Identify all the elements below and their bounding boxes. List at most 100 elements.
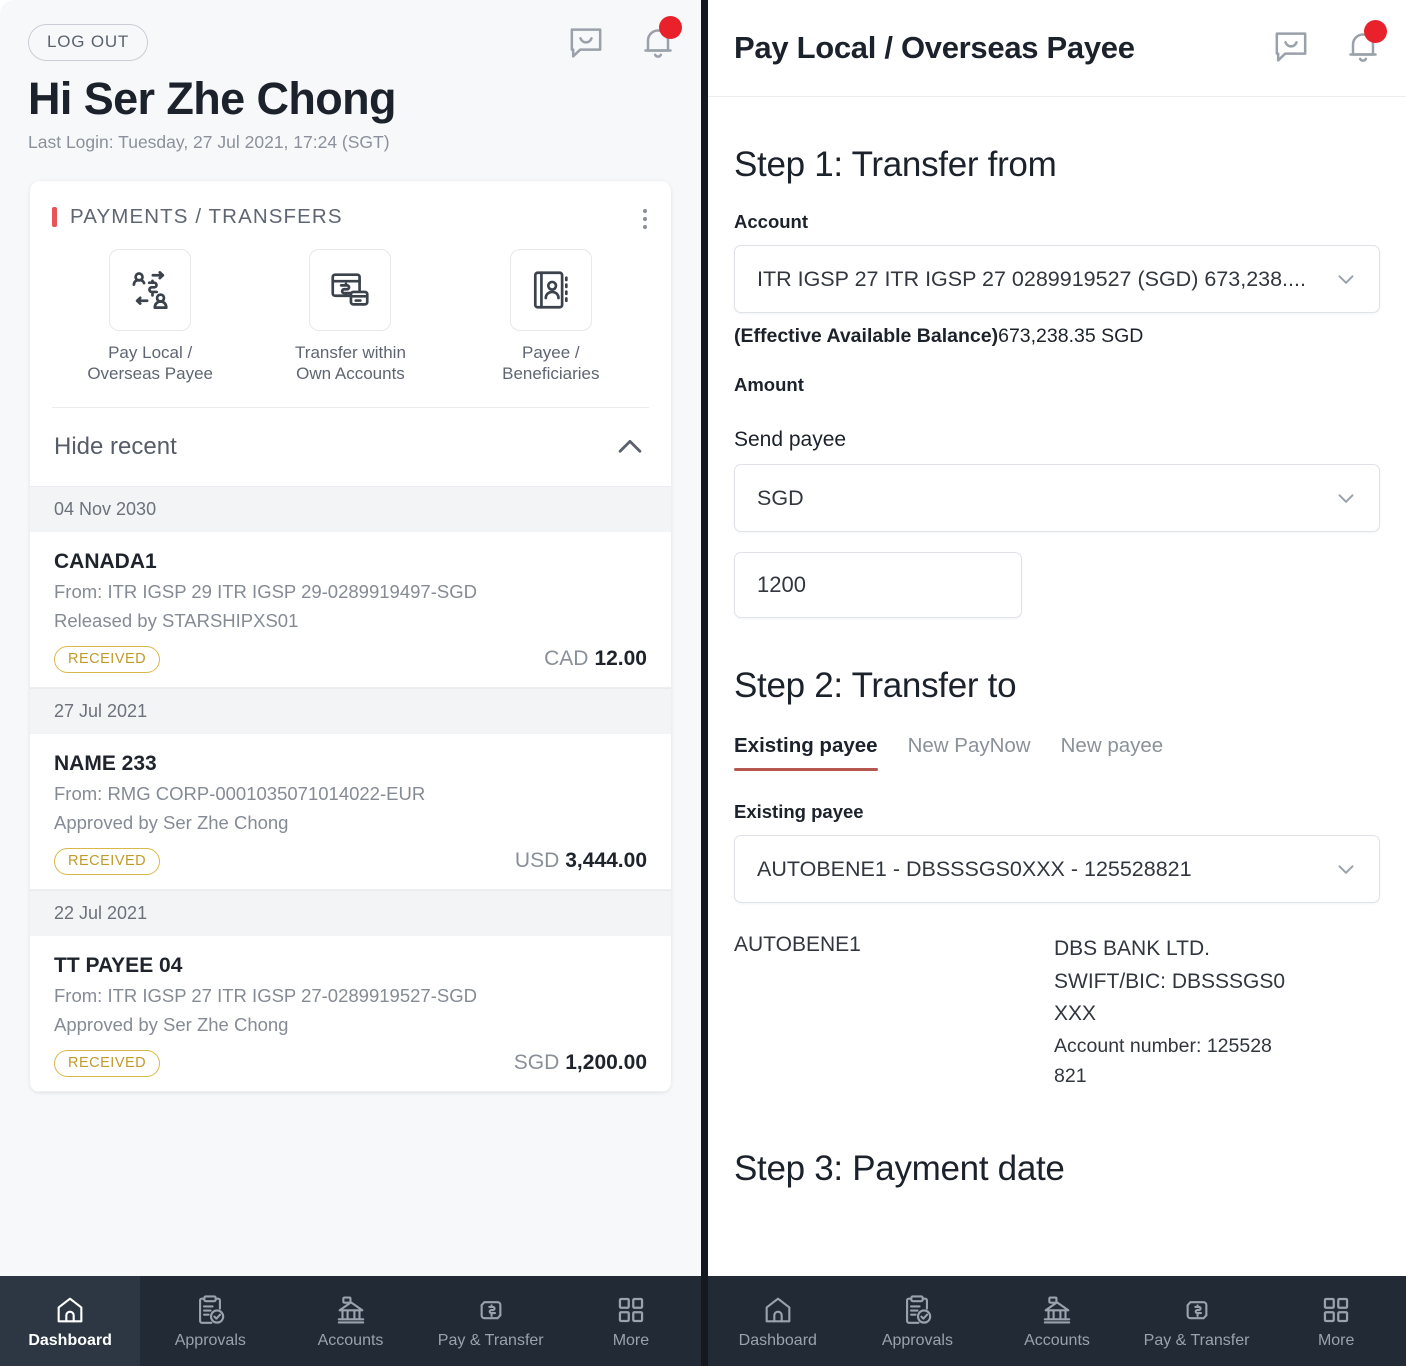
payee-detail-swift: SWIFT/BIC: DBSSSGS0 (1054, 969, 1286, 993)
account-select-value: ITR IGSP 27 ITR IGSP 27 0289919527 (SGD)… (757, 266, 1306, 291)
chevron-down-icon (1338, 865, 1354, 874)
chevron-up-icon (618, 439, 642, 453)
chat-icon[interactable] (1270, 26, 1312, 68)
transaction-amount: USD 3,444.00 (515, 849, 647, 873)
transaction-payee-name: CANADA1 (54, 549, 157, 573)
nav-item-accounts[interactable]: Accounts (280, 1276, 420, 1366)
transaction-amount: SGD 1,200.00 (514, 1051, 647, 1075)
currency-select-value: SGD (757, 485, 804, 510)
transaction-value: 12.00 (594, 647, 647, 671)
quick-actions-row: Pay Local / Overseas Payee Transfer with… (30, 235, 671, 391)
payee-detail-swift-cont: XXX (1054, 1002, 1097, 1026)
currency-select[interactable]: SGD (734, 464, 1380, 532)
transaction-currency: SGD (513, 1051, 560, 1075)
table-row[interactable]: TT PAYEE 04 From: ITR IGSP 27 ITR IGSP 2… (30, 935, 671, 1092)
nav-item-pay-and-transfer[interactable]: Pay & Transfer (1127, 1276, 1267, 1366)
grid-icon (618, 1297, 644, 1322)
existing-payee-label: Existing payee (734, 801, 864, 822)
status-badge: RECEIVED (54, 645, 161, 673)
transaction-from: From: ITR IGSP 27 ITR IGSP 27-0289919527… (54, 984, 477, 1006)
effective-available-balance: (Effective Available Balance)673,238.35 … (734, 325, 1380, 348)
table-row[interactable]: NAME 233 From: RMG CORP-0001035071014022… (30, 733, 671, 890)
address-book-icon (509, 248, 592, 331)
chat-icon[interactable] (565, 22, 607, 64)
header-icon-group (565, 16, 682, 64)
tab-new-payee[interactable]: New payee (1061, 734, 1164, 771)
account-select[interactable]: ITR IGSP 27 ITR IGSP 27 0289919527 (SGD)… (734, 245, 1380, 313)
pay-payee-panel: Pay Local / Overseas Payee Step 1: Trans… (708, 0, 1406, 1366)
transaction-date-header: 04 Nov 2030 (30, 485, 671, 532)
form-body: Step 1: Transfer from Account ITR IGSP 2… (708, 145, 1406, 1189)
nav-item-dashboard[interactable]: Dashboard (708, 1276, 848, 1366)
transaction-currency: CAD (544, 647, 589, 671)
transaction-actor: Approved by Ser Zhe Chong (54, 811, 289, 833)
balance-prefix: (Effective Available Balance) (734, 325, 999, 347)
chevron-down-icon (1338, 494, 1354, 503)
nav-label: Approvals (174, 1331, 246, 1349)
quick-action-label: Payee / Beneficiaries (502, 342, 600, 384)
nav-item-approvals[interactable]: Approvals (140, 1276, 280, 1366)
home-icon (765, 1297, 791, 1322)
nav-label: Dashboard (738, 1331, 817, 1349)
table-row[interactable]: CANADA1 From: ITR IGSP 29 ITR IGSP 29-02… (30, 531, 671, 688)
amount-input[interactable]: 1200 (734, 552, 1022, 618)
clipboard-check-icon (906, 1294, 932, 1324)
nav-item-more[interactable]: More (1266, 1276, 1406, 1366)
bell-icon[interactable] (1342, 20, 1387, 68)
quick-action-pay-local-overseas-payee[interactable]: Pay Local / Overseas Payee (50, 248, 250, 385)
nav-label: Accounts (317, 1331, 384, 1349)
transaction-date-header: 27 Jul 2021 (30, 687, 671, 734)
log-out-button[interactable]: LOG OUT (28, 24, 149, 61)
transfer-dollar-icon (1186, 1300, 1207, 1319)
accent-bar (52, 206, 57, 227)
nav-item-more[interactable]: More (561, 1276, 701, 1366)
bottom-navigation-bar: Dashboard Approvals Accounts Pay & Trans… (708, 1276, 1406, 1366)
transaction-footer: RECEIVED SGD 1,200.00 (54, 1049, 647, 1077)
tab-new-paynow[interactable]: New PayNow (908, 734, 1031, 771)
home-icon (57, 1297, 83, 1322)
transaction-payee-name: NAME 233 (54, 751, 157, 775)
transfer-to-tabs: Existing payee New PayNow New payee (734, 734, 1380, 771)
nav-label: Accounts (1024, 1331, 1090, 1349)
page-header: Pay Local / Overseas Payee (708, 0, 1406, 97)
quick-action-transfer-within-own-accounts[interactable]: Transfer within Own Accounts (250, 248, 450, 385)
clipboard-check-icon (199, 1294, 225, 1324)
bank-icon (1043, 1295, 1071, 1324)
more-options-icon[interactable] (643, 208, 647, 229)
payee-detail-bank-block: DBS BANK LTD. SWIFT/BIC: DBSSSGS0 XXX Ac… (1054, 933, 1304, 1091)
hide-recent-label: Hide recent (54, 432, 177, 460)
transaction-from: From: ITR IGSP 29 ITR IGSP 29-0289919497… (54, 580, 477, 602)
send-payee-label: Send payee (734, 428, 847, 451)
nav-item-approvals[interactable]: Approvals (848, 1276, 988, 1366)
nav-label: Approvals (881, 1331, 953, 1349)
header-icon-group (1270, 20, 1387, 68)
tab-existing-payee[interactable]: Existing payee (734, 734, 878, 771)
nav-label: Dashboard (28, 1331, 112, 1349)
panel-divider (701, 0, 708, 1366)
bell-icon[interactable] (637, 16, 682, 64)
dashboard-panel: LOG OUT Hi Ser Zhe Chong Last Login: Tue… (0, 0, 701, 1366)
transaction-footer: RECEIVED USD 3,444.00 (54, 847, 647, 875)
card-header: PAYMENTS / TRANSFERS (30, 181, 671, 235)
payee-detail-name: AUTOBENE1 (734, 933, 861, 956)
transaction-actor: Released by STARSHIPXS01 (54, 609, 299, 631)
grid-icon (1323, 1297, 1349, 1322)
balance-value: 673,238.35 SGD (998, 325, 1144, 347)
nav-label: Pay & Transfer (1143, 1331, 1250, 1349)
quick-action-payee-beneficiaries[interactable]: Payee / Beneficiaries (451, 248, 651, 385)
bottom-navigation-bar: Dashboard Approvals Accounts Pay & Trans… (0, 1276, 701, 1366)
existing-payee-select[interactable]: AUTOBENE1 - DBSSSGS0XXX - 125528821 (734, 835, 1380, 903)
dual-panel-screenshot: LOG OUT Hi Ser Zhe Chong Last Login: Tue… (0, 0, 1406, 1366)
transaction-value: 1,200.00 (565, 1051, 647, 1075)
hide-recent-toggle[interactable]: Hide recent (30, 408, 671, 486)
transaction-currency: USD (514, 849, 560, 873)
nav-item-accounts[interactable]: Accounts (987, 1276, 1127, 1366)
status-badge: RECEIVED (54, 847, 161, 875)
page-title: Pay Local / Overseas Payee (734, 30, 1135, 65)
transaction-footer: RECEIVED CAD 12.00 (54, 645, 647, 673)
pay-payee-icon (109, 248, 192, 331)
nav-item-pay-and-transfer[interactable]: Pay & Transfer (421, 1276, 561, 1366)
transaction-value: 3,444.00 (565, 849, 647, 873)
bank-icon (337, 1295, 364, 1324)
nav-item-dashboard[interactable]: Dashboard (0, 1276, 141, 1366)
